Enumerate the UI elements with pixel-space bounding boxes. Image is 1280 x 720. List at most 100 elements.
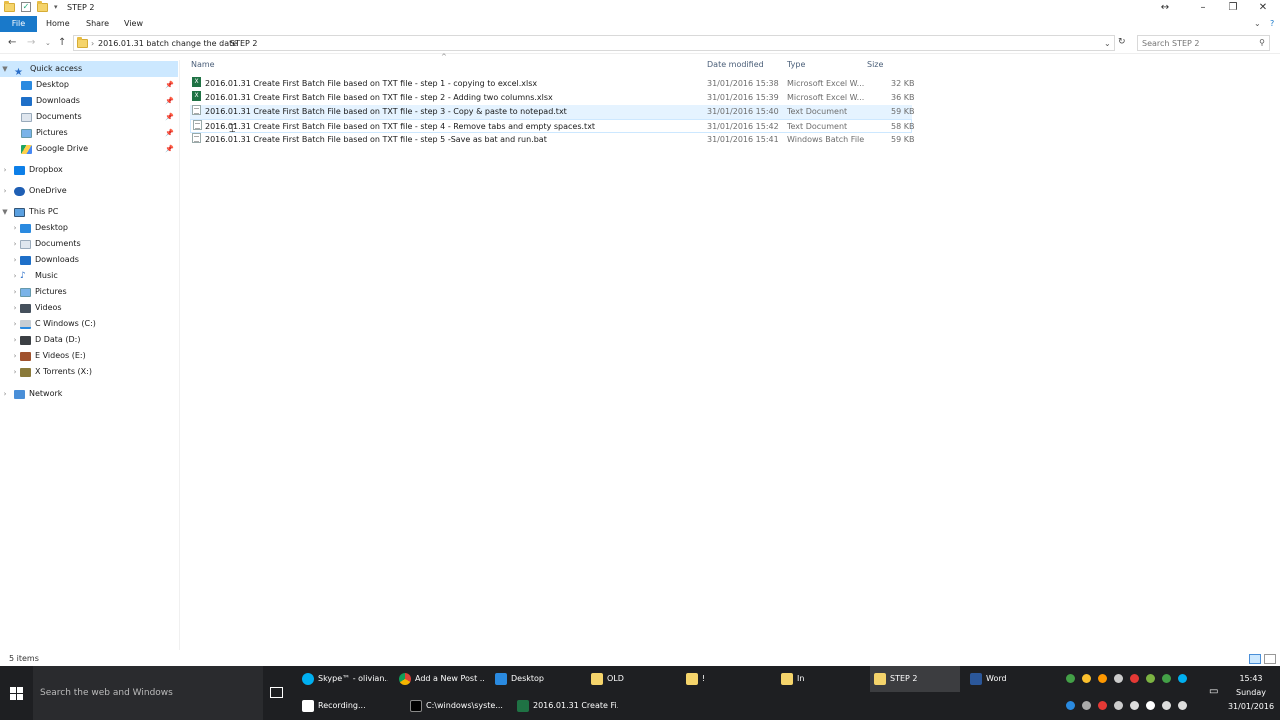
search-icon[interactable]: ⚲ (1259, 38, 1265, 47)
pin-icon[interactable]: 📌 (165, 93, 174, 109)
address-bar[interactable]: › 2016.01.31 batch change the date › STE… (73, 35, 1115, 51)
nav-pc-videos[interactable]: › Videos (0, 300, 178, 316)
nav-quick-access[interactable]: ▼ ★ Quick access (0, 61, 178, 78)
nav-network[interactable]: › Network (0, 386, 178, 402)
taskbar-folder-exclaim[interactable]: ! (682, 666, 772, 692)
taskbar-recording[interactable]: Recording... (298, 693, 403, 719)
tray-app-icon[interactable] (1114, 701, 1123, 710)
taskbar-word[interactable]: Word (966, 666, 1056, 692)
nav-quick-downloads[interactable]: Downloads 📌 (0, 93, 178, 109)
tray-app-icon[interactable] (1178, 674, 1187, 683)
tray-app-icon[interactable] (1130, 701, 1139, 710)
expand-arrow-icon[interactable]: › (10, 316, 20, 332)
taskbar-folder-in[interactable]: In (777, 666, 867, 692)
forward-arrow-icon[interactable]: → (27, 37, 35, 48)
properties-icon[interactable]: ✓ (21, 2, 31, 12)
expand-arrow-icon[interactable]: › (10, 332, 20, 348)
expand-arrow-icon[interactable]: › (10, 252, 20, 268)
expand-arrow-icon[interactable]: › (0, 162, 10, 178)
nav-quick-desktop[interactable]: Desktop 📌 (0, 77, 178, 93)
file-row[interactable]: 2016.01.31 Create First Batch File based… (190, 105, 914, 119)
nav-pc-music[interactable]: › ♪ Music (0, 268, 178, 284)
breadcrumb-separator[interactable]: › (221, 39, 224, 48)
notifications-icon[interactable]: ▭ (1209, 686, 1218, 697)
tab-home[interactable]: Home (38, 16, 78, 32)
tray-app-icon[interactable] (1146, 701, 1155, 710)
column-header-size[interactable]: Size (867, 60, 883, 69)
nav-onedrive[interactable]: › OneDrive (0, 183, 178, 199)
tray-app-icon[interactable] (1114, 674, 1123, 683)
nav-pc-documents[interactable]: › Documents (0, 236, 178, 252)
tray-app-icon[interactable] (1130, 674, 1139, 683)
nav-pc-pictures[interactable]: › Pictures (0, 284, 178, 300)
file-row[interactable]: X 2016.01.31 Create First Batch File bas… (190, 77, 914, 91)
tray-app-icon[interactable] (1098, 701, 1107, 710)
new-folder-icon[interactable] (37, 0, 48, 12)
tab-share[interactable]: Share (78, 16, 117, 32)
nav-pc-drive-e[interactable]: › E Videos (E:) (0, 348, 178, 364)
nav-pc-desktop[interactable]: › Desktop (0, 220, 178, 236)
nav-pc-drive-x[interactable]: › X Torrents (X:) (0, 364, 178, 380)
taskbar-excel[interactable]: 2016.01.31 Create Fi... (513, 693, 618, 719)
volume-icon[interactable] (1162, 701, 1171, 710)
tray-app-icon[interactable] (1066, 674, 1075, 683)
taskbar-desktop[interactable]: Desktop (491, 666, 581, 692)
expand-arrow-icon[interactable]: › (10, 284, 20, 300)
tray-app-icon[interactable] (1082, 674, 1091, 683)
nav-this-pc[interactable]: ▼ This PC (0, 204, 178, 220)
collapse-arrow-icon[interactable]: ▼ (0, 61, 10, 77)
taskbar-folder-old[interactable]: OLD (587, 666, 677, 692)
start-button[interactable] (0, 666, 33, 720)
taskbar-cmd[interactable]: C:\windows\syste... (406, 693, 511, 719)
taskbar-folder-step2[interactable]: STEP 2 (870, 666, 960, 692)
expand-arrow-icon[interactable]: › (0, 386, 10, 402)
collapse-arrow-icon[interactable]: ▼ (0, 204, 10, 220)
pin-icon[interactable]: 📌 (165, 125, 174, 141)
taskbar-chrome[interactable]: Add a New Post ... (395, 666, 485, 692)
pin-icon[interactable]: 📌 (165, 109, 174, 125)
expand-arrow-icon[interactable]: › (10, 348, 20, 364)
file-row[interactable]: X 2016.01.31 Create First Batch File bas… (190, 91, 914, 105)
back-arrow-icon[interactable]: ← (8, 37, 16, 48)
minimize-button[interactable]: – (1188, 0, 1218, 16)
file-row[interactable]: 2016.01.31 Create First Batch File based… (190, 119, 914, 133)
column-header-type[interactable]: Type (787, 60, 805, 69)
tray-app-icon[interactable] (1146, 674, 1155, 683)
expand-arrow-icon[interactable]: › (10, 268, 20, 284)
expand-arrow-icon[interactable]: › (10, 300, 20, 316)
expand-arrow-icon[interactable]: › (10, 236, 20, 252)
taskbar-search[interactable]: Search the web and Windows (33, 666, 263, 720)
tab-view[interactable]: View (116, 16, 151, 32)
breadcrumb-current[interactable]: STEP 2 (230, 39, 257, 48)
nav-pc-downloads[interactable]: › Downloads (0, 252, 178, 268)
expand-arrow-icon[interactable]: › (0, 183, 10, 199)
search-input[interactable] (1138, 36, 1250, 50)
column-header-date[interactable]: Date modified (707, 60, 764, 69)
expand-arrow-icon[interactable]: › (10, 220, 20, 236)
help-icon[interactable]: ? (1262, 16, 1280, 32)
tray-app-icon[interactable] (1066, 701, 1075, 710)
tray-app-icon[interactable] (1098, 674, 1107, 683)
search-box[interactable]: ⚲ (1137, 35, 1270, 51)
nav-quick-google-drive[interactable]: Google Drive 📌 (0, 141, 178, 157)
task-view-icon[interactable] (270, 687, 283, 698)
restore-button[interactable]: ❐ (1218, 0, 1248, 16)
nav-pc-drive-c[interactable]: › C Windows (C:) (0, 316, 178, 332)
expand-arrow-icon[interactable]: › (10, 364, 20, 380)
tray-app-icon[interactable] (1162, 674, 1171, 683)
nav-quick-pictures[interactable]: Pictures 📌 (0, 125, 178, 141)
breadcrumb-parent[interactable]: 2016.01.31 batch change the date (98, 39, 237, 48)
nav-quick-documents[interactable]: Documents 📌 (0, 109, 178, 125)
network-status-icon[interactable] (1178, 701, 1187, 710)
close-button[interactable]: ✕ (1248, 0, 1278, 16)
taskbar-clock[interactable]: 15:43 Sunday 31/01/2016 (1222, 666, 1280, 720)
details-view-icon[interactable] (1249, 654, 1261, 664)
pin-icon[interactable]: 📌 (165, 141, 174, 157)
breadcrumb-separator[interactable]: › (91, 39, 94, 48)
resize-arrows-icon[interactable]: ↔ (1150, 0, 1180, 16)
address-dropdown-icon[interactable]: ⌄ (1104, 39, 1111, 48)
up-arrow-icon[interactable]: ↑ (58, 37, 66, 48)
customize-toolbar-icon[interactable]: ▾ (54, 3, 58, 11)
large-icons-view-icon[interactable] (1264, 654, 1276, 664)
nav-pc-drive-d[interactable]: › D Data (D:) (0, 332, 178, 348)
